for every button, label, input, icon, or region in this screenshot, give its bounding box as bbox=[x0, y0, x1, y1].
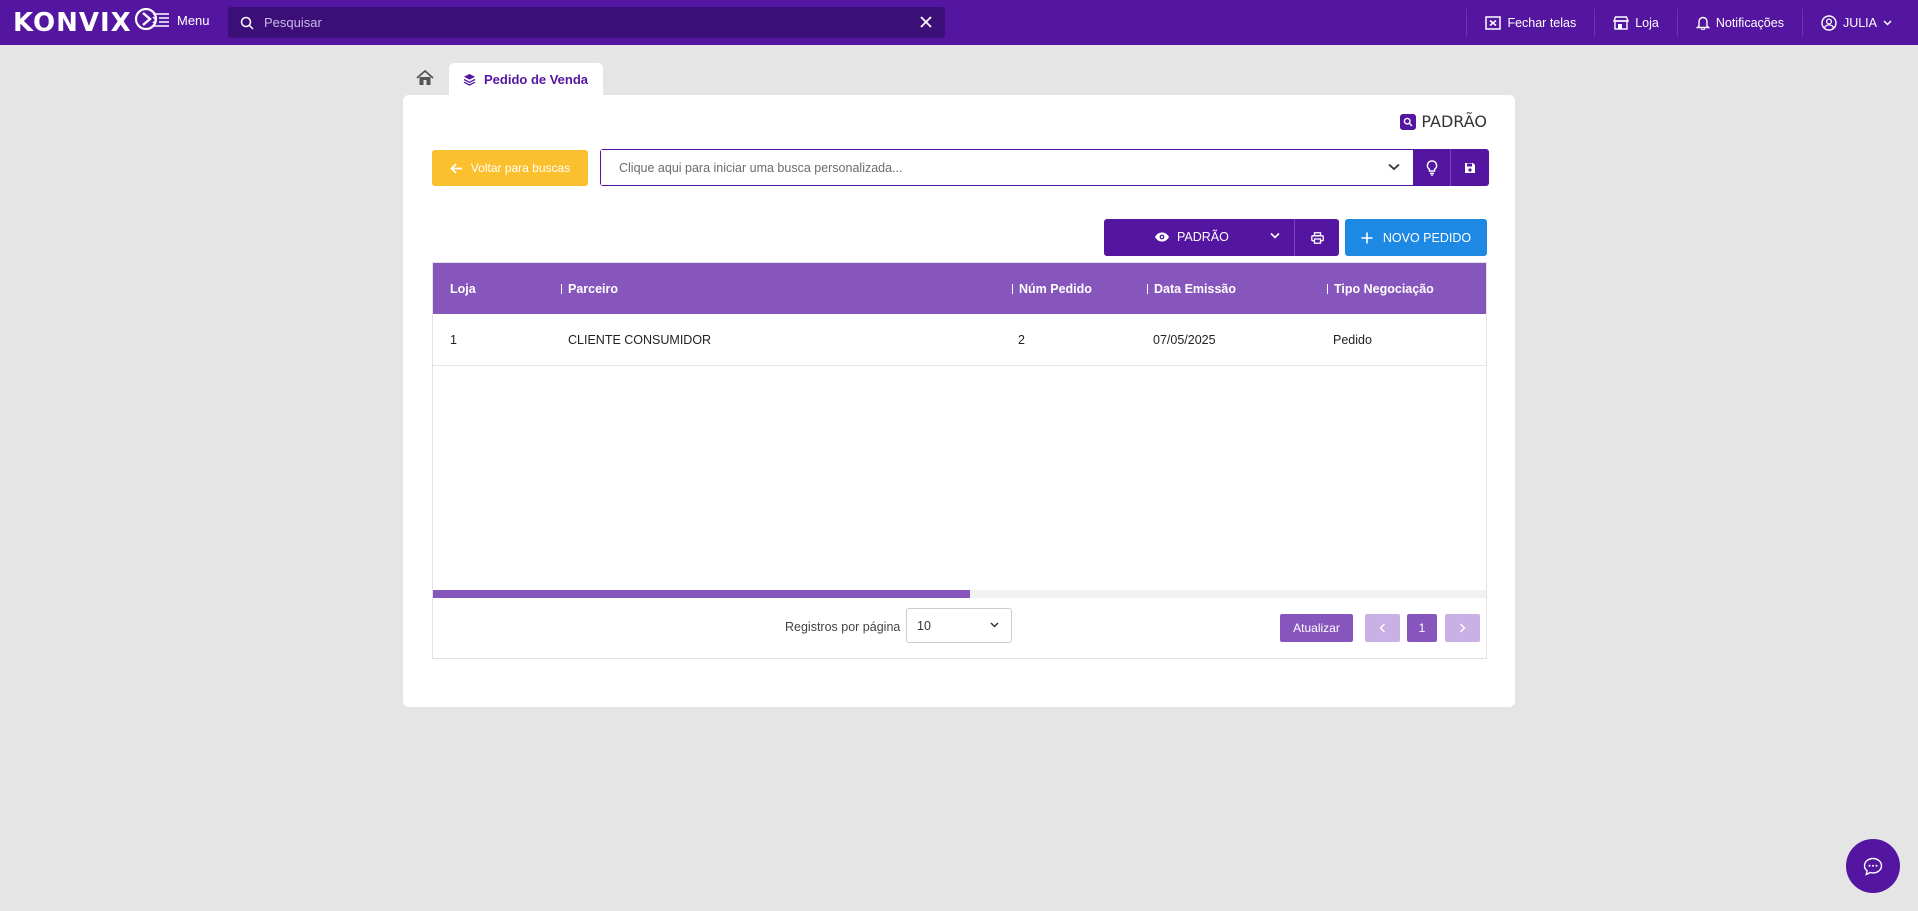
bell-icon bbox=[1695, 16, 1710, 30]
main-card: PADRÃO Voltar para buscas PADRÃO NOVO PE… bbox=[403, 95, 1515, 707]
back-label: Voltar para buscas bbox=[470, 161, 571, 175]
chevron-down-icon bbox=[990, 622, 999, 628]
back-to-searches-button[interactable]: Voltar para buscas bbox=[432, 150, 588, 186]
view-select-content: PADRÃO bbox=[1154, 230, 1229, 244]
top-navbar: KONVIX Menu Fechar telas Loja Notificaçõ… bbox=[0, 0, 1918, 45]
plus-icon bbox=[1361, 232, 1373, 243]
column-separator bbox=[561, 283, 562, 294]
new-order-label: NOVO PEDIDO bbox=[1382, 230, 1472, 245]
scrollbar-thumb[interactable] bbox=[433, 590, 971, 598]
search-icon bbox=[240, 16, 254, 30]
view-select-button[interactable]: PADRÃO bbox=[1104, 219, 1294, 256]
column-header-label: Parceiro bbox=[568, 281, 619, 296]
global-search bbox=[228, 7, 945, 38]
table-header: Loja Parceiro Núm Pedido Data Emissão Ti… bbox=[433, 263, 1486, 314]
arrow-left-icon bbox=[450, 162, 462, 174]
user-menu-button[interactable]: JULIA bbox=[1801, 8, 1918, 37]
column-header-parceiro[interactable]: Parceiro bbox=[561, 263, 618, 314]
chat-button[interactable] bbox=[1846, 839, 1900, 893]
cell-num-pedido: 2 bbox=[1018, 333, 1025, 347]
view-select-label: PADRÃO bbox=[1177, 230, 1229, 244]
global-search-input[interactable] bbox=[264, 7, 904, 38]
refresh-label: Atualizar bbox=[1293, 621, 1340, 635]
store-label: Loja bbox=[1635, 15, 1659, 30]
page-size-select[interactable]: 10 bbox=[906, 608, 1012, 643]
chevron-right-icon bbox=[1460, 623, 1466, 633]
printer-icon bbox=[1310, 231, 1324, 244]
lightbulb-icon bbox=[1426, 159, 1437, 176]
column-header-data-emissao[interactable]: Data Emissão bbox=[1147, 263, 1236, 314]
view-badge-label: PADRÃO bbox=[1421, 112, 1487, 131]
search-badge-icon bbox=[1400, 113, 1417, 130]
column-separator bbox=[1147, 283, 1148, 294]
layers-icon bbox=[463, 73, 476, 86]
column-header-label: Núm Pedido bbox=[1019, 281, 1092, 296]
top-right-actions: Fechar telas Loja Notificações JULIA bbox=[1466, 0, 1918, 45]
logo-text: KONVIX bbox=[13, 8, 132, 38]
orders-table: Loja Parceiro Núm Pedido Data Emissão Ti… bbox=[432, 262, 1487, 659]
custom-search-input[interactable] bbox=[601, 150, 1361, 185]
home-icon bbox=[416, 70, 434, 85]
tab-label: Pedido de Venda bbox=[484, 71, 589, 87]
new-order-button[interactable]: NOVO PEDIDO bbox=[1345, 219, 1487, 256]
page-size-value: 10 bbox=[917, 618, 931, 633]
close-screens-button[interactable]: Fechar telas bbox=[1466, 8, 1594, 37]
next-page-button[interactable] bbox=[1445, 614, 1480, 642]
cell-loja: 1 bbox=[450, 333, 457, 347]
view-badge: PADRÃO bbox=[1400, 112, 1487, 131]
menu-icon bbox=[152, 13, 169, 27]
cell-parceiro: CLIENTE CONSUMIDOR bbox=[568, 333, 712, 347]
refresh-button[interactable]: Atualizar bbox=[1280, 614, 1353, 642]
eye-icon bbox=[1155, 232, 1169, 242]
menu-label: Menu bbox=[177, 12, 210, 28]
clear-search-icon[interactable] bbox=[919, 15, 933, 29]
search-tips-button[interactable] bbox=[1413, 149, 1451, 186]
chevron-down-icon bbox=[1270, 232, 1280, 239]
close-window-icon bbox=[1485, 15, 1502, 30]
column-header-loja[interactable]: Loja bbox=[450, 263, 476, 314]
home-tab[interactable] bbox=[407, 63, 443, 93]
tab-pedido-de-venda[interactable]: Pedido de Venda bbox=[449, 63, 603, 95]
menu-button[interactable]: Menu bbox=[152, 12, 210, 28]
save-search-button[interactable] bbox=[1451, 149, 1489, 186]
notifications-button[interactable]: Notificações bbox=[1676, 8, 1802, 37]
previous-page-button[interactable] bbox=[1365, 614, 1400, 642]
print-button[interactable] bbox=[1294, 219, 1339, 256]
konvix-logo[interactable]: KONVIX bbox=[13, 7, 158, 38]
chevron-down-icon bbox=[1883, 19, 1892, 26]
horizontal-scrollbar[interactable] bbox=[433, 590, 1486, 598]
column-separator bbox=[1327, 283, 1328, 294]
cell-data-emissao: 07/05/2025 bbox=[1153, 333, 1216, 347]
store-icon bbox=[1613, 15, 1630, 30]
user-icon bbox=[1821, 14, 1837, 31]
close-screens-label: Fechar telas bbox=[1507, 15, 1577, 30]
notifications-label: Notificações bbox=[1715, 15, 1784, 30]
chevron-down-icon[interactable] bbox=[1388, 163, 1400, 171]
page-number-button[interactable]: 1 bbox=[1407, 614, 1437, 642]
records-per-page-label: Registros por página bbox=[785, 620, 901, 634]
cell-tipo-negociacao: Pedido bbox=[1333, 333, 1372, 347]
store-button[interactable]: Loja bbox=[1594, 8, 1677, 37]
column-separator bbox=[1012, 283, 1013, 294]
column-header-label: Tipo Negociação bbox=[1334, 281, 1434, 296]
save-icon bbox=[1465, 162, 1475, 173]
column-header-label: Data Emissão bbox=[1154, 281, 1236, 296]
column-header-tipo-negociacao[interactable]: Tipo Negociação bbox=[1327, 263, 1434, 314]
user-label: JULIA bbox=[1842, 15, 1877, 30]
chevron-left-icon bbox=[1379, 623, 1385, 633]
chat-icon bbox=[1863, 857, 1883, 876]
table-row[interactable]: 1 CLIENTE CONSUMIDOR 2 07/05/2025 Pedido bbox=[433, 314, 1486, 366]
column-header-num-pedido[interactable]: Núm Pedido bbox=[1012, 263, 1092, 314]
column-header-label: Loja bbox=[450, 281, 476, 296]
custom-search bbox=[600, 149, 1415, 186]
